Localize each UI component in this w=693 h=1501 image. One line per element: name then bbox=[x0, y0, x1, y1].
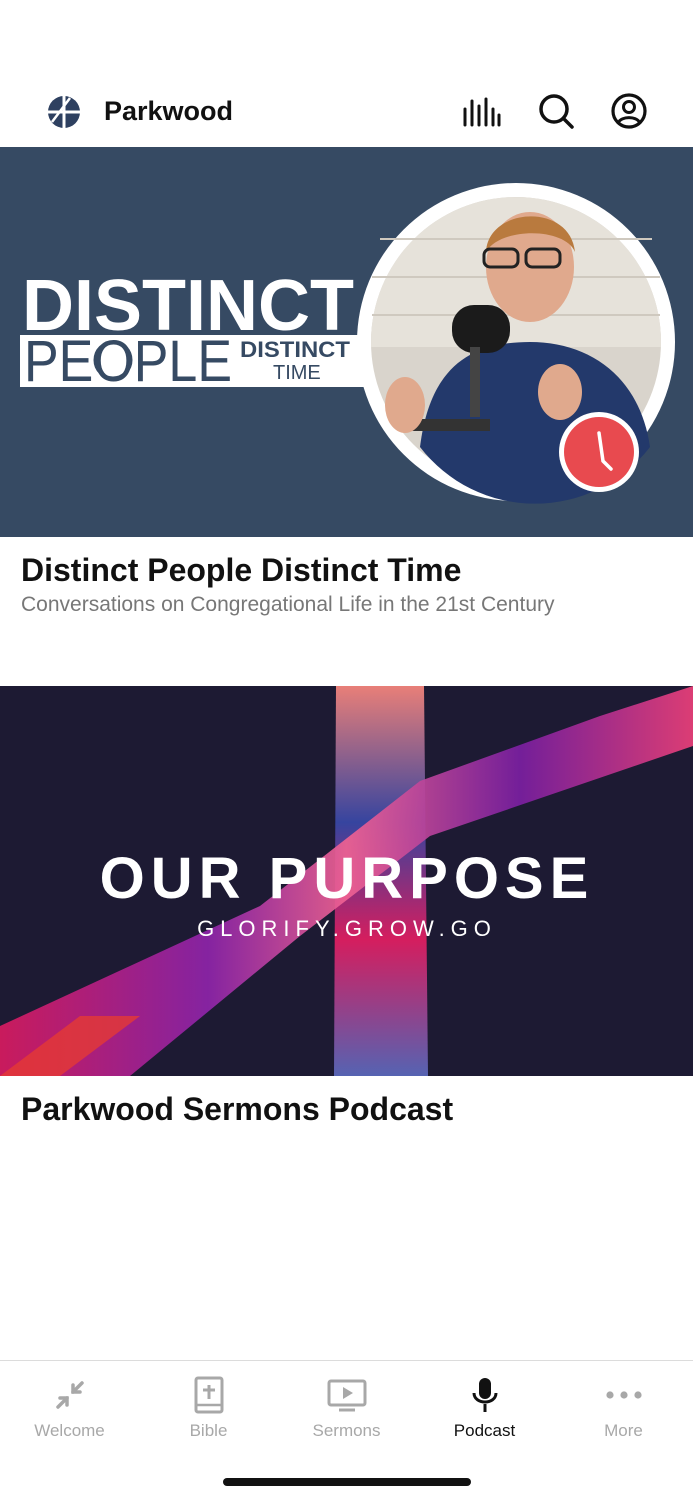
tab-welcome[interactable]: Welcome bbox=[0, 1361, 139, 1461]
account-icon[interactable] bbox=[609, 91, 649, 131]
tab-label: Podcast bbox=[453, 1421, 516, 1440]
microphone-icon bbox=[465, 1375, 505, 1415]
search-icon[interactable] bbox=[536, 91, 576, 131]
parkwood-logo-icon[interactable] bbox=[46, 94, 82, 130]
more-icon bbox=[604, 1375, 644, 1415]
bible-icon bbox=[189, 1375, 229, 1415]
sermons-icon bbox=[327, 1375, 367, 1415]
artwork-headline: OUR PURPOSE bbox=[100, 846, 595, 911]
tab-label: Sermons bbox=[312, 1421, 381, 1440]
app-header: Parkwood bbox=[0, 70, 693, 148]
tab-label: Bible bbox=[189, 1421, 228, 1440]
podcast-subtitle: Conversations on Congregational Life in … bbox=[21, 593, 555, 616]
tab-sermons[interactable]: Sermons bbox=[277, 1361, 416, 1461]
artwork-tagline: GLORIFY.GROW.GO bbox=[197, 916, 497, 941]
tab-bible[interactable]: Bible bbox=[139, 1361, 278, 1461]
home-indicator[interactable] bbox=[223, 1478, 471, 1486]
tab-more[interactable]: More bbox=[554, 1361, 693, 1461]
artwork-title-line3b: TIME bbox=[273, 362, 321, 384]
podcast-title[interactable]: Distinct People Distinct Time bbox=[21, 551, 461, 589]
podcast-artwork-our-purpose[interactable]: OUR PURPOSE GLORIFY.GROW.GO bbox=[0, 686, 693, 1076]
tab-podcast[interactable]: Podcast bbox=[415, 1361, 554, 1461]
app-name: Parkwood bbox=[104, 96, 234, 126]
tab-label: More bbox=[604, 1421, 643, 1440]
artwork-title-line3a: DISTINCT bbox=[240, 337, 351, 362]
podcast-artwork-distinct-people[interactable]: DISTINCT PEOPLE DISTINCT TIME bbox=[0, 147, 693, 537]
audio-levels-icon[interactable] bbox=[461, 91, 501, 131]
artwork-title-line2: PEOPLE bbox=[24, 329, 232, 394]
podcast-title[interactable]: Parkwood Sermons Podcast bbox=[21, 1090, 453, 1128]
welcome-icon bbox=[50, 1375, 90, 1415]
tab-label: Welcome bbox=[34, 1421, 105, 1440]
